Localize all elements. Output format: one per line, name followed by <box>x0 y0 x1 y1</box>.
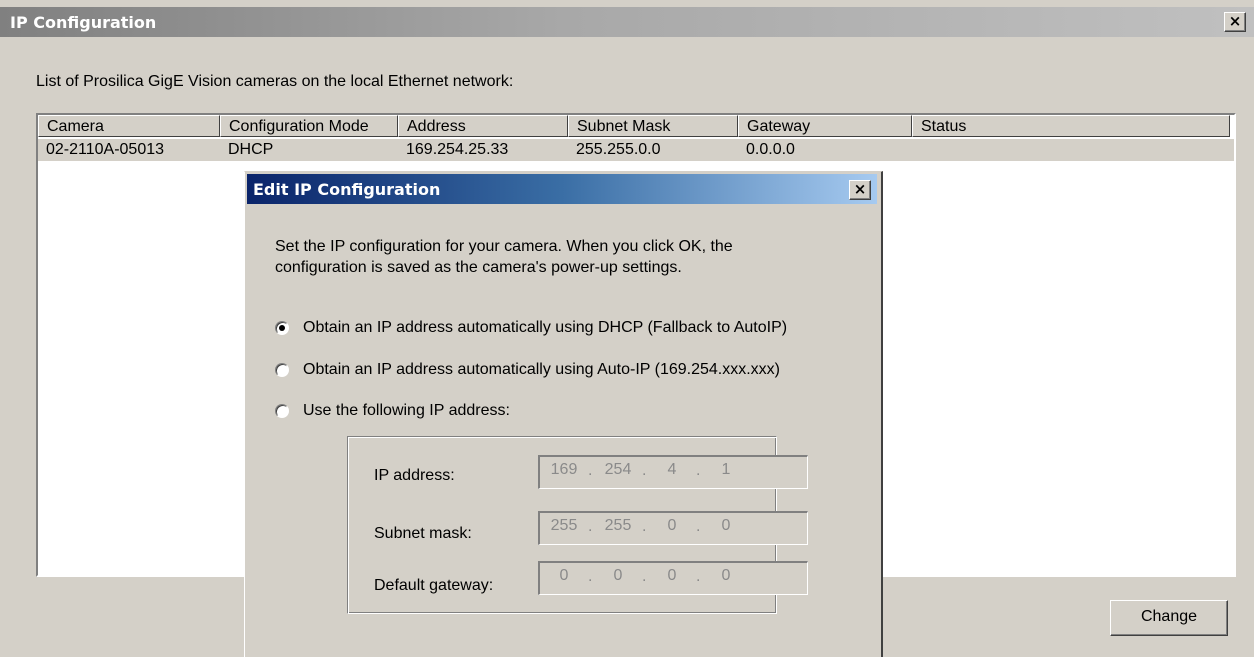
cell-address: 169.254.25.33 <box>406 141 509 158</box>
ip-octet-2[interactable]: 254 <box>598 461 638 479</box>
octet-separator: . <box>588 568 593 585</box>
radio-dhcp-label[interactable]: Obtain an IP address automatically using… <box>303 319 787 337</box>
static-ip-group: IP address: 169 . 254 . 4 . 1 Subnet mas… <box>347 436 808 614</box>
cell-gateway: 0.0.0.0 <box>746 141 795 158</box>
ip-octet-3[interactable]: 4 <box>652 461 692 479</box>
octet-separator: . <box>696 568 701 585</box>
subnet-mask-label: Subnet mask: <box>374 525 472 542</box>
subnet-octet-4[interactable]: 0 <box>706 517 746 535</box>
octet-separator: . <box>696 462 701 479</box>
table-row[interactable]: 02-2110A-05013 DHCP 169.254.25.33 255.25… <box>38 139 1234 161</box>
edit-ip-dialog: Edit IP Configuration × Set the IP confi… <box>244 171 883 657</box>
radio-unselected-icon[interactable] <box>275 363 289 377</box>
column-header-address[interactable]: Address <box>398 115 568 137</box>
ip-octet-1[interactable]: 169 <box>544 461 584 479</box>
radio-unselected-icon[interactable] <box>275 404 289 418</box>
octet-separator: . <box>588 462 593 479</box>
ip-address-field[interactable]: 169 . 254 . 4 . 1 <box>538 455 808 489</box>
column-header-subnet-mask[interactable]: Subnet Mask <box>568 115 738 137</box>
cell-configuration-mode: DHCP <box>228 141 274 158</box>
octet-separator: . <box>588 518 593 535</box>
dialog-title: Edit IP Configuration <box>253 180 441 199</box>
window-title: IP Configuration <box>10 13 157 32</box>
gateway-octet-3[interactable]: 0 <box>652 567 692 585</box>
column-header-camera[interactable]: Camera <box>38 115 220 137</box>
default-gateway-label: Default gateway: <box>374 577 494 594</box>
camera-list-caption: List of Prosilica GigE Vision cameras on… <box>36 73 514 90</box>
description-line-2: configuration is saved as the camera's p… <box>275 259 682 276</box>
subnet-octet-2[interactable]: 255 <box>598 517 638 535</box>
default-gateway-field[interactable]: 0 . 0 . 0 . 0 <box>538 561 808 595</box>
octet-separator: . <box>696 518 701 535</box>
column-header-gateway[interactable]: Gateway <box>738 115 912 137</box>
window-title-bar[interactable]: IP Configuration × <box>0 7 1254 37</box>
subnet-octet-1[interactable]: 255 <box>544 517 584 535</box>
radio-static-ip-label[interactable]: Use the following IP address: <box>303 402 510 420</box>
camera-list-header: Camera Configuration Mode Address Subnet… <box>38 115 1234 139</box>
column-header-configuration-mode[interactable]: Configuration Mode <box>220 115 398 137</box>
gateway-octet-4[interactable]: 0 <box>706 567 746 585</box>
dialog-description: Set the IP configuration for your camera… <box>275 236 855 278</box>
subnet-octet-3[interactable]: 0 <box>652 517 692 535</box>
close-icon: × <box>853 180 867 198</box>
radio-auto-ip-label[interactable]: Obtain an IP address automatically using… <box>303 361 780 379</box>
octet-separator: . <box>642 568 647 585</box>
ip-octet-4[interactable]: 1 <box>706 461 746 479</box>
change-button[interactable]: Change <box>1110 600 1228 636</box>
gateway-octet-1[interactable]: 0 <box>544 567 584 585</box>
gateway-octet-2[interactable]: 0 <box>598 567 638 585</box>
cell-camera: 02-2110A-05013 <box>46 141 165 158</box>
dialog-title-bar[interactable]: Edit IP Configuration × <box>247 174 877 204</box>
cell-subnet-mask: 255.255.0.0 <box>576 141 661 158</box>
column-header-status[interactable]: Status <box>912 115 1230 137</box>
octet-separator: . <box>642 518 647 535</box>
radio-selected-icon[interactable] <box>275 321 289 335</box>
description-line-1: Set the IP configuration for your camera… <box>275 238 733 255</box>
octet-separator: . <box>642 462 647 479</box>
close-icon: × <box>1228 12 1242 30</box>
ip-address-label: IP address: <box>374 467 455 484</box>
subnet-mask-field[interactable]: 255 . 255 . 0 . 0 <box>538 511 808 545</box>
dialog-close-button[interactable]: × <box>849 180 871 200</box>
close-window-button[interactable]: × <box>1224 12 1246 32</box>
